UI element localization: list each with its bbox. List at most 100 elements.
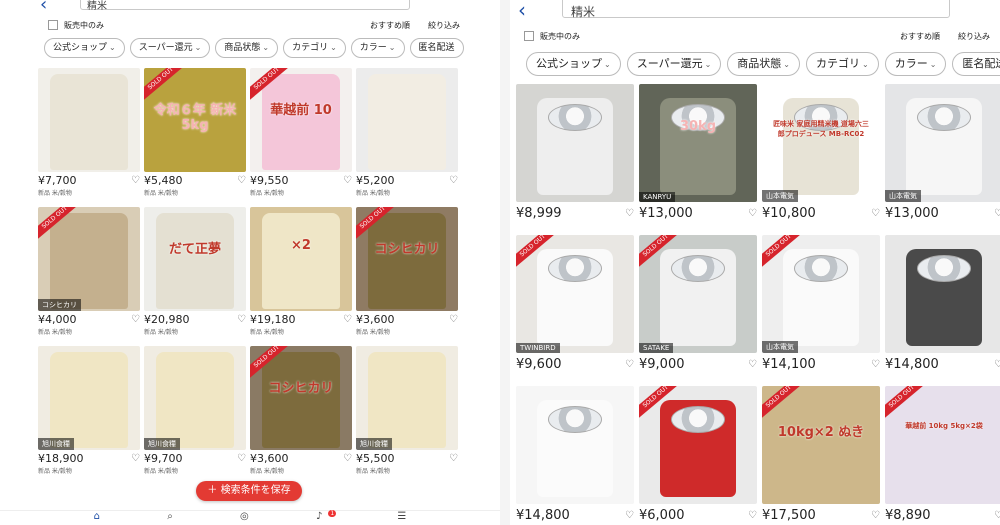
camera-icon[interactable]: ◎ — [240, 511, 249, 525]
product-image[interactable]: 旭川食糧 — [356, 346, 458, 450]
product-card[interactable]: 旭川食糧 ¥9,700 ♡ 新品 米/穀物 — [144, 346, 246, 475]
product-image[interactable]: 華越前 10 SOLD OUT — [250, 68, 352, 172]
product-image[interactable]: 匠味米 家庭用精米機 道場六三郎プロデュース MB-RC02 山本電気 — [762, 84, 880, 202]
product-card[interactable]: 匠味米 家庭用精米機 道場六三郎プロデュース MB-RC02 山本電気 ¥10,80… — [762, 84, 880, 221]
heart-icon[interactable]: ♡ — [343, 314, 352, 325]
product-card[interactable]: 華越前 10kg 5kg×2袋 SOLD OUT ¥8,890 ♡ — [885, 386, 1000, 523]
heart-icon[interactable]: ♡ — [131, 175, 140, 186]
save-search-button[interactable]: ＋ 検索条件を保存 — [196, 481, 302, 501]
chip-condition[interactable]: 商品状態 ⌄ — [727, 52, 800, 76]
product-card[interactable]: ¥5,200 ♡ 新品 米/穀物 — [356, 68, 458, 197]
heart-icon[interactable]: ♡ — [237, 453, 246, 464]
chip-color[interactable]: カラー ⌄ — [350, 38, 405, 58]
product-image[interactable] — [356, 68, 458, 172]
product-card[interactable]: SATAKE SOLD OUT ¥9,000 ♡ — [639, 235, 757, 372]
product-image[interactable] — [516, 84, 634, 202]
heart-icon[interactable]: ♡ — [748, 359, 757, 370]
back-arrow-icon[interactable]: ‹ — [518, 0, 526, 22]
product-card[interactable]: コシヒカリ SOLD OUT ¥4,000 ♡ 新品 米/穀物 — [38, 207, 140, 336]
product-image[interactable]: 山本電気 SOLD OUT — [762, 235, 880, 353]
product-image[interactable]: SOLD OUT — [639, 386, 757, 504]
product-image[interactable]: 華越前 10kg 5kg×2袋 SOLD OUT — [885, 386, 1000, 504]
product-card[interactable]: ¥14,800 ♡ — [516, 386, 634, 523]
chip-category[interactable]: カテゴリ ⌄ — [806, 52, 879, 76]
product-card[interactable]: ×2 ¥19,180 ♡ 新品 米/穀物 — [250, 207, 352, 336]
product-card[interactable]: ¥14,800 ♡ — [885, 235, 1000, 372]
heart-icon[interactable]: ♡ — [871, 359, 880, 370]
product-image[interactable] — [516, 386, 634, 504]
chip-condition[interactable]: 商品状態 ⌄ — [215, 38, 279, 58]
search-input[interactable]: 精米 — [562, 0, 950, 19]
filter-button[interactable]: 絞り込み — [428, 20, 460, 31]
back-arrow-icon[interactable]: ‹ — [40, 0, 47, 15]
product-image[interactable]: コシヒカリ SOLD OUT — [356, 207, 458, 311]
product-card[interactable]: 山本電気 SOLD OUT ¥14,100 ♡ — [762, 235, 880, 372]
product-image[interactable]: 旭川食糧 — [38, 346, 140, 450]
heart-icon[interactable]: ♡ — [748, 510, 757, 521]
heart-icon[interactable]: ♡ — [994, 510, 1000, 521]
heart-icon[interactable]: ♡ — [343, 175, 352, 186]
product-card[interactable]: 旭川食糧 ¥18,900 ♡ 新品 米/穀物 — [38, 346, 140, 475]
sort-button[interactable]: おすすめ順 — [370, 20, 410, 31]
filter-button[interactable]: 絞り込み — [958, 31, 990, 42]
heart-icon[interactable]: ♡ — [625, 208, 634, 219]
chip-color[interactable]: カラー ⌄ — [884, 52, 947, 76]
product-card[interactable]: 30kg KANRYU ¥13,000 ♡ — [639, 84, 757, 221]
mypage-icon[interactable]: ☰ — [397, 511, 406, 525]
product-card[interactable]: 華越前 10 SOLD OUT ¥9,550 ♡ 新品 米/穀物 — [250, 68, 352, 197]
product-card[interactable]: 10kg×2 ぬき SOLD OUT ¥17,500 ♡ — [762, 386, 880, 523]
product-image[interactable]: コシヒカリ SOLD OUT — [250, 346, 352, 450]
home-icon[interactable]: ⌂ — [94, 511, 100, 525]
heart-icon[interactable]: ♡ — [871, 208, 880, 219]
product-image[interactable]: コシヒカリ SOLD OUT — [38, 207, 140, 311]
chip-super-kangen[interactable]: スーパー還元 ⌄ — [626, 52, 722, 76]
product-image[interactable]: だて正夢 — [144, 207, 246, 311]
heart-icon[interactable]: ♡ — [449, 175, 458, 186]
heart-icon[interactable]: ♡ — [625, 510, 634, 521]
product-card[interactable]: 山本電気 ¥13,000 ♡ — [885, 84, 1000, 221]
chip-anonymous-shipping[interactable]: 匿名配送 — [409, 38, 464, 58]
heart-icon[interactable]: ♡ — [131, 314, 140, 325]
heart-icon[interactable]: ♡ — [449, 314, 458, 325]
product-image[interactable]: ×2 — [250, 207, 352, 311]
heart-icon[interactable]: ♡ — [748, 208, 757, 219]
product-card[interactable]: だて正夢 ¥20,980 ♡ 新品 米/穀物 — [144, 207, 246, 336]
chip-category[interactable]: カテゴリ ⌄ — [283, 38, 346, 58]
search-icon[interactable]: ⌕ — [167, 511, 173, 525]
heart-icon[interactable]: ♡ — [237, 175, 246, 186]
search-input[interactable]: 精米 — [80, 0, 410, 12]
product-image[interactable]: 10kg×2 ぬき SOLD OUT — [762, 386, 880, 504]
product-image[interactable]: 令和６年 新米 5kg SOLD OUT — [144, 68, 246, 172]
chip-official-shop[interactable]: 公式ショップ ⌄ — [44, 38, 125, 58]
product-card[interactable]: 令和６年 新米 5kg SOLD OUT ¥5,480 ♡ 新品 米/穀物 — [144, 68, 246, 197]
sort-button[interactable]: おすすめ順 — [900, 31, 940, 42]
heart-icon[interactable]: ♡ — [871, 510, 880, 521]
bell-icon[interactable]: ♪ 1 — [316, 510, 337, 525]
product-image[interactable]: SATAKE SOLD OUT — [639, 235, 757, 353]
heart-icon[interactable]: ♡ — [131, 453, 140, 464]
product-image[interactable] — [885, 235, 1000, 353]
heart-icon[interactable]: ♡ — [994, 359, 1000, 370]
product-card[interactable]: TWINBIRD SOLD OUT ¥9,600 ♡ — [516, 235, 634, 372]
chip-anonymous-shipping[interactable]: 匿名配送 — [952, 52, 1000, 76]
product-card[interactable]: コシヒカリ SOLD OUT ¥3,600 ♡ 新品 米/穀物 — [250, 346, 352, 475]
onsale-checkbox[interactable] — [524, 31, 534, 41]
product-card[interactable]: ¥8,999 ♡ — [516, 84, 634, 221]
heart-icon[interactable]: ♡ — [449, 453, 458, 464]
onsale-checkbox[interactable] — [48, 20, 58, 30]
product-image[interactable]: 旭川食糧 — [144, 346, 246, 450]
product-card[interactable]: コシヒカリ SOLD OUT ¥3,600 ♡ 新品 米/穀物 — [356, 207, 458, 336]
product-card[interactable]: SOLD OUT ¥6,000 ♡ — [639, 386, 757, 523]
chip-official-shop[interactable]: 公式ショップ ⌄ — [526, 52, 621, 76]
product-image[interactable]: TWINBIRD SOLD OUT — [516, 235, 634, 353]
product-card[interactable]: 旭川食糧 ¥5,500 ♡ 新品 米/穀物 — [356, 346, 458, 475]
chip-super-kangen[interactable]: スーパー還元 ⌄ — [129, 38, 211, 58]
product-image[interactable] — [38, 68, 140, 172]
heart-icon[interactable]: ♡ — [625, 359, 634, 370]
product-image[interactable]: 山本電気 — [885, 84, 1000, 202]
product-card[interactable]: ¥7,700 ♡ 新品 米/穀物 — [38, 68, 140, 197]
heart-icon[interactable]: ♡ — [343, 453, 352, 464]
product-image[interactable]: 30kg KANRYU — [639, 84, 757, 202]
heart-icon[interactable]: ♡ — [994, 208, 1000, 219]
heart-icon[interactable]: ♡ — [237, 314, 246, 325]
